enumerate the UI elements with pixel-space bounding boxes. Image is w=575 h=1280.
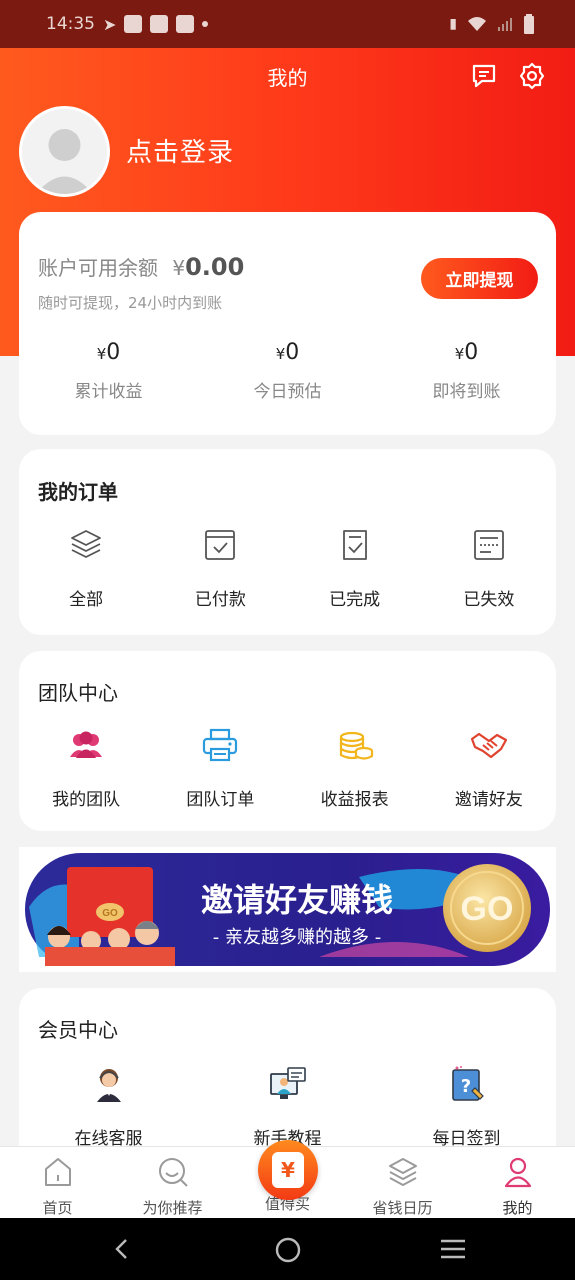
login-link[interactable]: 点击登录 [126, 132, 234, 169]
member-row: 在线客服 新手教程 ? 每日签到 [19, 1064, 556, 1149]
profile-icon [504, 1157, 531, 1188]
order-tab-label: 已完成 [329, 590, 381, 610]
notification-dot-icon [202, 21, 209, 27]
stat-label: 今日预估 [253, 382, 322, 402]
paid-icon [205, 530, 236, 560]
stat-value: 0 [464, 340, 479, 365]
banner-envelope-text: GO [102, 908, 118, 919]
order-tab-expired[interactable]: 已失效 [429, 525, 549, 610]
orders-row: 全部 已付款 已完成 已失效 [19, 525, 556, 610]
balance-card: 账户可用余额 ¥0.00 随时可提现，24小时内到账 立即提现 ¥0 累计收益 … [19, 212, 556, 435]
section-title: 我的订单 [38, 480, 118, 504]
status-time: 14:35 [46, 14, 95, 34]
team-icon [70, 731, 103, 758]
team-earnings-report[interactable]: 收益报表 [295, 725, 415, 810]
order-tab-all[interactable]: 全部 [26, 525, 146, 610]
checkin-icon: ? [451, 1066, 484, 1101]
team-invite-friends[interactable]: 邀请好友 [429, 725, 549, 810]
section-title: 团队中心 [38, 681, 118, 705]
worth-buy-center-button[interactable]: ¥ [258, 1140, 318, 1200]
withdraw-button[interactable]: 立即提现 [421, 258, 538, 299]
member-tutorial[interactable]: 新手教程 [228, 1064, 348, 1149]
member-online-service[interactable]: 在线客服 [49, 1064, 169, 1149]
message-icon[interactable] [470, 62, 498, 90]
team-row: 我的团队 团队订单 收益报表 邀请好友 [19, 725, 556, 810]
system-nav-bar [0, 1218, 575, 1280]
invite-banner[interactable]: GO 邀请好友赚钱 - 亲友越多赚的越多 - GO [19, 847, 556, 972]
stat-incoming[interactable]: ¥0 即将到账 [377, 340, 556, 402]
tutorial-icon [269, 1067, 306, 1099]
vibrate-icon: ▮ [449, 16, 457, 32]
stat-currency: ¥ [96, 345, 107, 363]
banner-go-text: GO [461, 890, 514, 928]
balance-amount: 0.00 [185, 253, 245, 281]
balance-stats: ¥0 累计收益 ¥0 今日预估 ¥0 即将到账 [19, 340, 556, 402]
nav-profile[interactable]: 我的 [460, 1147, 575, 1218]
invite-banner-art: GO 邀请好友赚钱 - 亲友越多赚的越多 - GO [25, 853, 550, 966]
stat-cumulative-earnings[interactable]: ¥0 累计收益 [19, 340, 198, 402]
default-avatar-icon [22, 109, 107, 194]
stat-currency: ¥ [275, 345, 286, 363]
stat-today-estimate[interactable]: ¥0 今日预估 [198, 340, 377, 402]
order-tab-label: 已失效 [463, 590, 515, 610]
yuan-icon: ¥ [281, 1158, 295, 1182]
balance-label: 账户可用余额 [38, 256, 158, 280]
signal-icon [498, 18, 512, 31]
gear-icon[interactable] [518, 62, 546, 90]
team-my-team[interactable]: 我的团队 [26, 725, 146, 810]
member-daily-checkin[interactable]: ? 每日签到 [407, 1064, 527, 1149]
team-orders[interactable]: 团队订单 [160, 725, 280, 810]
balance-subtitle: 随时可提现，24小时内到账 [38, 294, 223, 312]
nav-calendar[interactable]: 省钱日历 [345, 1147, 460, 1218]
stat-currency: ¥ [454, 345, 465, 363]
stat-value: 0 [106, 340, 121, 365]
recommend-icon [158, 1158, 188, 1187]
handshake-icon [470, 732, 507, 759]
expired-icon [473, 530, 504, 560]
calendar-icon [388, 1158, 417, 1187]
balance-label-row: 账户可用余额 ¥0.00 [38, 252, 244, 281]
shopping-bag-icon [124, 15, 143, 33]
back-icon[interactable] [110, 1237, 134, 1261]
team-center-card: 团队中心 我的团队 团队订单 收益报表 邀请好友 [19, 651, 556, 831]
my-orders-card: 我的订单 全部 已付款 已完成 已失效 [19, 449, 556, 635]
shopping-bag-icon [150, 15, 169, 33]
team-item-label: 邀请好友 [454, 790, 523, 810]
banner-headline: 邀请好友赚钱 [201, 881, 393, 919]
order-tab-label: 已付款 [194, 590, 246, 610]
nav-recommend[interactable]: 为你推荐 [115, 1147, 230, 1218]
svg-text:?: ? [460, 1076, 470, 1097]
stat-label: 即将到账 [432, 382, 501, 402]
order-tab-completed[interactable]: 已完成 [295, 525, 415, 610]
banner-subline: - 亲友越多赚的越多 - [213, 927, 381, 948]
order-tab-label: 全部 [69, 590, 104, 610]
nav-label: 省钱日历 [372, 1199, 433, 1217]
battery-icon [524, 14, 534, 34]
wifi-icon [468, 17, 486, 31]
nav-label: 我的 [502, 1199, 533, 1217]
avatar[interactable] [19, 106, 110, 197]
coins-icon [339, 731, 373, 760]
nav-label: 为你推荐 [142, 1199, 203, 1217]
stat-value: 0 [285, 340, 300, 365]
printer-icon [203, 728, 238, 762]
team-item-label: 收益报表 [320, 790, 389, 810]
stat-label: 累计收益 [74, 382, 143, 402]
completed-icon [342, 530, 367, 560]
team-item-label: 我的团队 [52, 790, 121, 810]
balance-currency: ¥ [172, 256, 186, 280]
nav-home[interactable]: 首页 [0, 1147, 115, 1218]
team-item-label: 团队订单 [186, 790, 255, 810]
shopping-bag-icon [176, 15, 195, 33]
status-bar: 14:35 ➤ ▮ [0, 0, 575, 48]
telegram-icon: ➤ [103, 14, 117, 34]
home-icon [44, 1158, 71, 1186]
nav-label: 首页 [42, 1199, 73, 1217]
section-title: 会员中心 [38, 1018, 118, 1042]
layers-icon [71, 530, 102, 558]
order-tab-paid[interactable]: 已付款 [160, 525, 280, 610]
home-circle-icon[interactable] [274, 1236, 302, 1264]
recent-apps-icon[interactable] [439, 1237, 467, 1261]
customer-service-icon [96, 1069, 121, 1102]
